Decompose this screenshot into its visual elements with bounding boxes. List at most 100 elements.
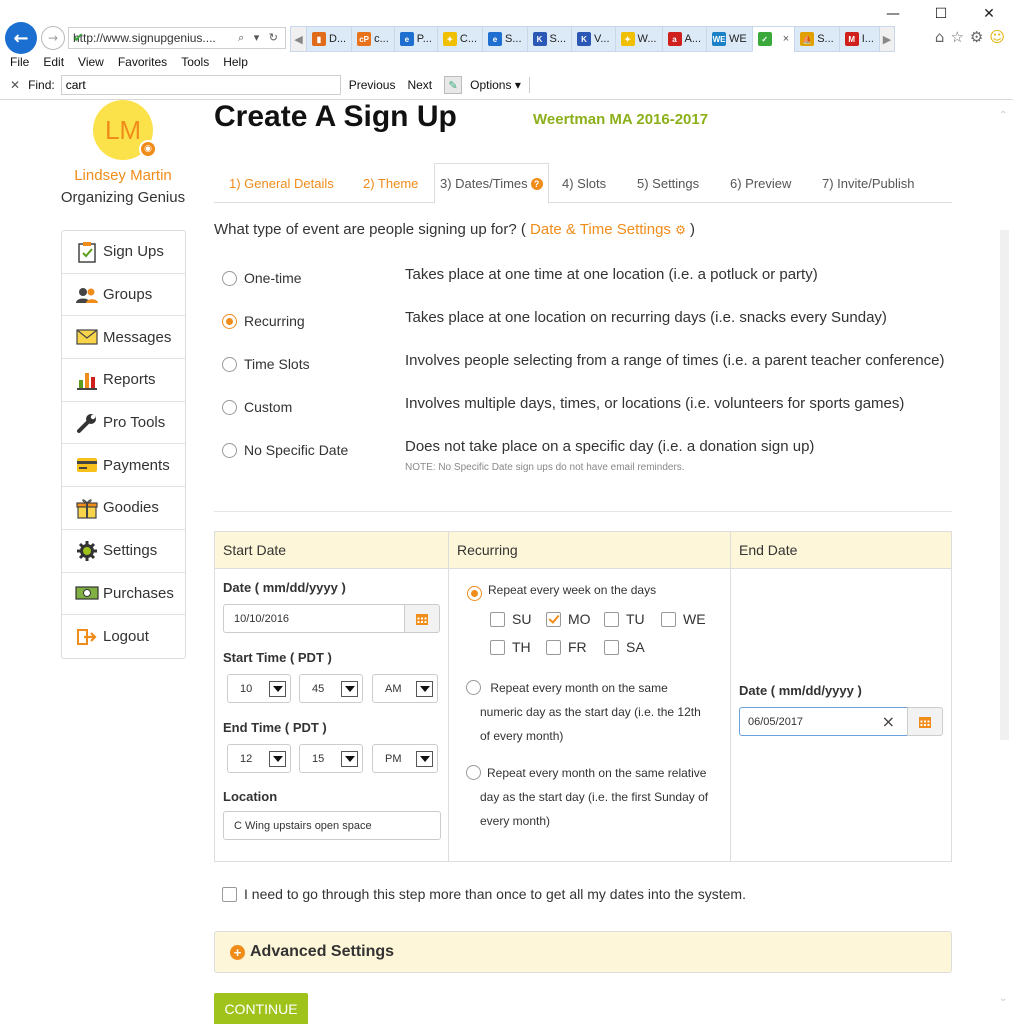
browser-tab[interactable]: e S... [482, 26, 527, 52]
menu-file[interactable]: File [10, 55, 29, 69]
browser-tab[interactable]: a A... [661, 26, 707, 52]
event-type-radio[interactable] [222, 356, 237, 372]
event-type-radio[interactable] [222, 399, 237, 415]
user-name[interactable]: Lindsey Martin [40, 167, 206, 184]
find-previous-button[interactable]: Previous [349, 78, 396, 92]
browser-tab[interactable]: ⛵ S... [794, 26, 839, 52]
avatar[interactable]: LM ◉ [93, 100, 157, 160]
multi-step-option[interactable]: I need to go through this step more than… [222, 886, 746, 902]
maximize-icon[interactable]: ☐ [917, 0, 965, 28]
event-type-custom[interactable]: Custom [222, 399, 292, 415]
step-dates-times[interactable]: 3) Dates/Times ? [434, 163, 549, 204]
scrollbar-thumb[interactable] [1000, 230, 1009, 740]
menu-view[interactable]: View [78, 55, 104, 69]
step-invite-publish[interactable]: 7) Invite/Publish [822, 163, 915, 203]
end-date-input[interactable]: 06/05/2017 × [739, 707, 908, 736]
step-general-details[interactable]: 1) General Details [229, 163, 334, 203]
sidebar-item-groups[interactable]: Groups [62, 274, 185, 317]
advanced-settings-toggle[interactable]: + Advanced Settings [214, 931, 952, 973]
event-type-time-slots[interactable]: Time Slots [222, 356, 310, 372]
event-type-radio[interactable] [222, 270, 237, 286]
sidebar-item-sign-ups[interactable]: Sign Ups [62, 231, 185, 274]
browser-tab[interactable]: K S... [526, 26, 572, 52]
feedback-smiley-icon[interactable]: ☺ [989, 28, 1005, 46]
start-ampm-select[interactable]: AM [372, 674, 438, 703]
page-scrollbar[interactable]: ⌃ ⌄ [996, 100, 1013, 1024]
tab-scroll-right-icon[interactable]: ▶ [878, 26, 895, 52]
menu-edit[interactable]: Edit [43, 55, 64, 69]
browser-tab[interactable]: ✦ W... [614, 26, 662, 52]
repeat-monthly-numeric-option[interactable]: Repeat every month on the same numeric d… [466, 676, 701, 748]
step-preview[interactable]: 6) Preview [730, 163, 791, 203]
sidebar-item-messages[interactable]: Messages [62, 316, 185, 360]
close-icon[interactable]: ✕ [965, 0, 1013, 28]
event-type-radio[interactable] [222, 313, 237, 329]
minimize-icon[interactable]: — [869, 0, 917, 28]
scroll-down-icon[interactable]: ⌄ [999, 993, 1007, 1004]
browser-tab[interactable]: e P... [393, 26, 437, 52]
start-minute-select[interactable]: 45 [299, 674, 363, 703]
day-we-option[interactable]: WE [661, 611, 706, 627]
day-su-option[interactable]: SU [490, 611, 531, 627]
multi-step-checkbox[interactable] [222, 886, 237, 902]
sidebar-item-purchases[interactable]: Purchases [62, 573, 185, 616]
sidebar-item-settings[interactable]: Settings [62, 530, 185, 573]
menu-help[interactable]: Help [223, 55, 248, 69]
settings-gear-icon[interactable]: ⚙ [970, 28, 983, 46]
home-icon[interactable]: ⌂ [935, 28, 945, 46]
day-checkbox[interactable] [546, 639, 561, 655]
browser-tab[interactable]: WE WE [706, 26, 752, 52]
sidebar-item-pro-tools[interactable]: Pro Tools [62, 402, 185, 445]
event-type-no-specific-date[interactable]: No Specific Date [222, 442, 348, 458]
address-bar[interactable]: ✔ http://www.signupgenius.... ⌕ ▾ ↻ [68, 27, 286, 49]
camera-icon[interactable]: ◉ [139, 140, 157, 158]
repeat-monthly-relative-option[interactable]: Repeat every month on the same relative … [466, 761, 708, 833]
continue-button[interactable]: CONTINUE [214, 993, 308, 1024]
event-type-recurring[interactable]: Recurring [222, 313, 305, 329]
day-th-option[interactable]: TH [490, 639, 531, 655]
menu-favorites[interactable]: Favorites [118, 55, 167, 69]
day-checkbox[interactable] [490, 639, 505, 655]
day-checkbox[interactable] [661, 611, 676, 627]
browser-tab[interactable]: M I... [838, 26, 879, 52]
day-checkbox[interactable] [490, 611, 505, 627]
favorites-star-icon[interactable]: ☆ [950, 28, 963, 46]
sidebar-item-payments[interactable]: Payments [62, 444, 185, 488]
location-input[interactable]: C Wing upstairs open space [223, 811, 441, 840]
day-checkbox[interactable] [546, 611, 561, 627]
sidebar-item-logout[interactable]: Logout [62, 615, 185, 658]
address-tools[interactable]: ⌕ ▾ ↻ [238, 31, 285, 45]
browser-tab[interactable]: cP c... [351, 26, 394, 52]
end-minute-select[interactable]: 15 [299, 744, 363, 773]
scroll-up-icon[interactable]: ⌃ [999, 110, 1007, 121]
day-mo-option[interactable]: MO [546, 611, 591, 627]
find-next-button[interactable]: Next [407, 78, 432, 92]
tab-close-icon[interactable]: × [783, 33, 789, 45]
browser-tab[interactable]: ✦ C... [436, 26, 483, 52]
end-ampm-select[interactable]: PM [372, 744, 438, 773]
repeat-weekly-radio[interactable] [467, 586, 482, 601]
tab-scroll-left-icon[interactable]: ◀ [290, 26, 306, 52]
step-slots[interactable]: 4) Slots [562, 163, 606, 203]
find-close-icon[interactable]: ✕ [10, 78, 20, 92]
find-options-button[interactable]: Options ▾ [470, 78, 521, 92]
browser-tab[interactable]: K V... [571, 26, 615, 52]
highlight-pencil-icon[interactable]: ✎ [444, 76, 463, 94]
repeat-monthly-numeric-radio[interactable] [466, 680, 481, 695]
end-hour-select[interactable]: 12 [227, 744, 291, 773]
repeat-monthly-relative-radio[interactable] [466, 765, 481, 780]
day-tu-option[interactable]: TU [604, 611, 645, 627]
date-time-settings-link[interactable]: Date & Time Settings ⚙ [530, 221, 686, 238]
start-hour-select[interactable]: 10 [227, 674, 291, 703]
repeat-weekly-option[interactable]: Repeat every week on the days [467, 578, 656, 602]
back-arrow-icon[interactable]: ← [5, 22, 37, 54]
sidebar-item-reports[interactable]: Reports [62, 359, 185, 402]
day-sa-option[interactable]: SA [604, 639, 645, 655]
step-settings[interactable]: 5) Settings [637, 163, 699, 203]
clear-date-icon[interactable]: × [882, 712, 895, 731]
menu-tools[interactable]: Tools [181, 55, 209, 69]
forward-arrow-icon[interactable]: → [41, 26, 65, 50]
calendar-icon[interactable] [907, 707, 943, 736]
sidebar-item-goodies[interactable]: Goodies [62, 487, 185, 530]
calendar-icon[interactable] [404, 604, 440, 633]
